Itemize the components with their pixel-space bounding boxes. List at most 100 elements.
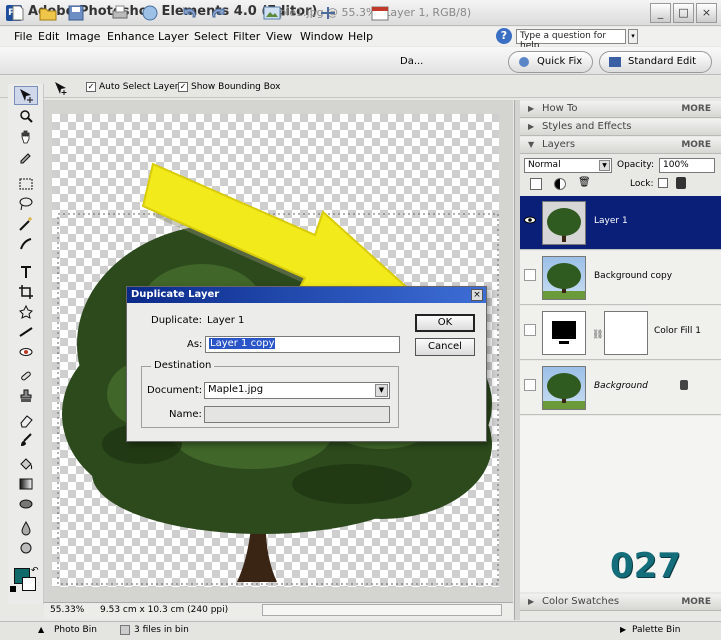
background-color-swatch[interactable] xyxy=(22,577,36,591)
layers-palette-header[interactable]: ▼ Layers MORE xyxy=(520,137,721,154)
menu-image[interactable]: Image xyxy=(66,30,100,43)
menu-filter[interactable]: Filter xyxy=(233,30,260,43)
cancel-button[interactable]: Cancel xyxy=(415,338,475,356)
trash-icon[interactable]: 🗑 xyxy=(578,177,591,188)
magic-wand-tool-icon[interactable] xyxy=(14,214,38,233)
hand-tool-icon[interactable] xyxy=(14,126,38,145)
horizontal-scrollbar[interactable] xyxy=(262,604,502,616)
lock-all-icon[interactable] xyxy=(676,177,686,189)
adjustment-layer-icon[interactable] xyxy=(554,178,566,190)
color-swatches-label: Color Swatches xyxy=(542,596,620,607)
new-layer-icon[interactable] xyxy=(530,178,542,190)
zoom-level[interactable]: 55.33% xyxy=(50,605,84,615)
color-swatches-more-button[interactable]: MORE xyxy=(681,594,711,610)
print-icon[interactable] xyxy=(110,4,132,24)
redo-icon[interactable] xyxy=(208,4,230,24)
color-swatches-palette-header[interactable]: ▶ Color Swatches MORE xyxy=(520,594,721,611)
visibility-toggle[interactable] xyxy=(524,379,536,391)
open-folder-icon[interactable] xyxy=(38,4,60,24)
ok-button[interactable]: OK xyxy=(415,314,475,332)
straighten-tool-icon[interactable] xyxy=(14,322,38,341)
shape-tool-icon[interactable] xyxy=(14,494,38,513)
layers-more-button[interactable]: MORE xyxy=(681,137,711,153)
zoom-tool-icon[interactable] xyxy=(14,106,38,125)
link-chain-icon[interactable]: ⛓ xyxy=(592,330,603,340)
help-icon[interactable]: ? xyxy=(496,28,512,44)
bin-options-icon[interactable] xyxy=(120,625,130,635)
brush-tool-icon[interactable] xyxy=(14,430,38,449)
menu-enhance[interactable]: Enhance xyxy=(107,30,154,43)
chevron-down-icon[interactable]: ▼ xyxy=(599,160,610,171)
new-file-icon[interactable] xyxy=(8,4,30,24)
auto-select-checkbox[interactable]: ✓ xyxy=(86,82,96,92)
help-dropdown-icon[interactable]: ▾ xyxy=(628,29,638,44)
swap-colors-icon[interactable]: ↶ xyxy=(31,566,39,576)
healing-brush-tool-icon[interactable] xyxy=(14,366,38,385)
status-bar: 55.33% 9.53 cm x 10.3 cm (240 ppi) xyxy=(44,602,513,619)
photo-browser-icon[interactable] xyxy=(262,4,284,24)
undo-icon[interactable] xyxy=(180,4,202,24)
layer-row-background-copy[interactable]: Background copy xyxy=(520,251,721,305)
visibility-toggle[interactable] xyxy=(524,269,536,281)
menu-file[interactable]: File xyxy=(14,30,32,43)
menu-help[interactable]: Help xyxy=(348,30,373,43)
gradient-tool-icon[interactable] xyxy=(14,474,38,493)
palette-bin-splitter[interactable] xyxy=(514,100,520,620)
dialog-title: Duplicate Layer xyxy=(127,287,486,303)
standard-edit-button[interactable]: Standard Edit xyxy=(599,51,712,73)
eyedropper-tool-icon[interactable] xyxy=(14,146,38,165)
default-colors-icon[interactable] xyxy=(10,586,16,592)
dialog-close-button[interactable]: × xyxy=(471,289,483,301)
how-to-more-button[interactable]: MORE xyxy=(681,101,711,117)
marquee-tool-icon[interactable] xyxy=(14,174,38,193)
quick-fix-button[interactable]: Quick Fix xyxy=(508,51,593,73)
document-select[interactable]: Maple1.jpg ▼ xyxy=(204,382,390,399)
type-tool-icon[interactable] xyxy=(14,262,38,281)
styles-effects-palette-header[interactable]: ▶ Styles and Effects xyxy=(520,119,721,136)
save-icon[interactable] xyxy=(66,4,88,24)
date-view-icon[interactable] xyxy=(370,4,392,24)
red-eye-tool-icon[interactable] xyxy=(14,342,38,361)
selection-brush-tool-icon[interactable] xyxy=(14,234,38,253)
minimize-button[interactable]: _ xyxy=(650,3,671,23)
blur-tool-icon[interactable] xyxy=(14,518,38,537)
menu-window[interactable]: Window xyxy=(300,30,343,43)
lasso-tool-icon[interactable] xyxy=(14,194,38,213)
as-input[interactable]: Layer 1 copy xyxy=(205,336,400,353)
menu-view[interactable]: View xyxy=(266,30,292,43)
visibility-toggle[interactable] xyxy=(524,324,536,336)
sponge-tool-icon[interactable] xyxy=(14,538,38,557)
create-icon[interactable] xyxy=(318,4,340,24)
chevron-down-icon[interactable]: ▼ xyxy=(375,384,388,397)
close-button[interactable]: × xyxy=(696,3,717,23)
eraser-tool-icon[interactable] xyxy=(14,410,38,429)
photo-bin-label[interactable]: Photo Bin xyxy=(54,625,97,635)
layer-row-background[interactable]: Background xyxy=(520,361,721,415)
menu-select[interactable]: Select xyxy=(194,30,228,43)
maximize-button[interactable]: □ xyxy=(673,3,694,23)
layer-row-layer-1[interactable]: Layer 1 xyxy=(520,196,721,250)
paint-bucket-tool-icon[interactable] xyxy=(14,454,38,473)
palette-bin-label[interactable]: Palette Bin xyxy=(632,625,680,635)
layer-row-color-fill-1[interactable]: ⛓ Color Fill 1 xyxy=(520,306,721,360)
online-services-icon[interactable] xyxy=(140,4,162,24)
visibility-eye-icon[interactable] xyxy=(524,214,536,226)
blend-mode-select[interactable]: Normal ▼ xyxy=(524,158,612,173)
help-search-input[interactable]: Type a question for help xyxy=(516,29,626,51)
palette-bin-triangle-icon[interactable]: ▶ xyxy=(620,625,626,634)
standard-edit-icon xyxy=(608,55,622,69)
clone-stamp-tool-icon[interactable] xyxy=(14,386,38,405)
how-to-palette-header[interactable]: ▶ How To MORE xyxy=(520,101,721,118)
date-view-label[interactable]: Da... xyxy=(400,56,423,67)
name-input[interactable] xyxy=(204,406,390,423)
opacity-input[interactable]: 100% xyxy=(659,158,715,173)
cookie-cutter-tool-icon[interactable] xyxy=(14,302,38,321)
lock-transparent-checkbox[interactable] xyxy=(658,178,668,188)
menu-edit[interactable]: Edit xyxy=(38,30,59,43)
photo-bin-triangle-icon[interactable]: ▲ xyxy=(38,625,44,634)
crop-tool-icon[interactable] xyxy=(14,282,38,301)
menu-layer[interactable]: Layer xyxy=(158,30,189,43)
move-tool-icon[interactable] xyxy=(14,86,38,105)
opacity-label: Opacity: xyxy=(617,160,654,170)
show-bounding-box-checkbox[interactable]: ✓ xyxy=(178,82,188,92)
